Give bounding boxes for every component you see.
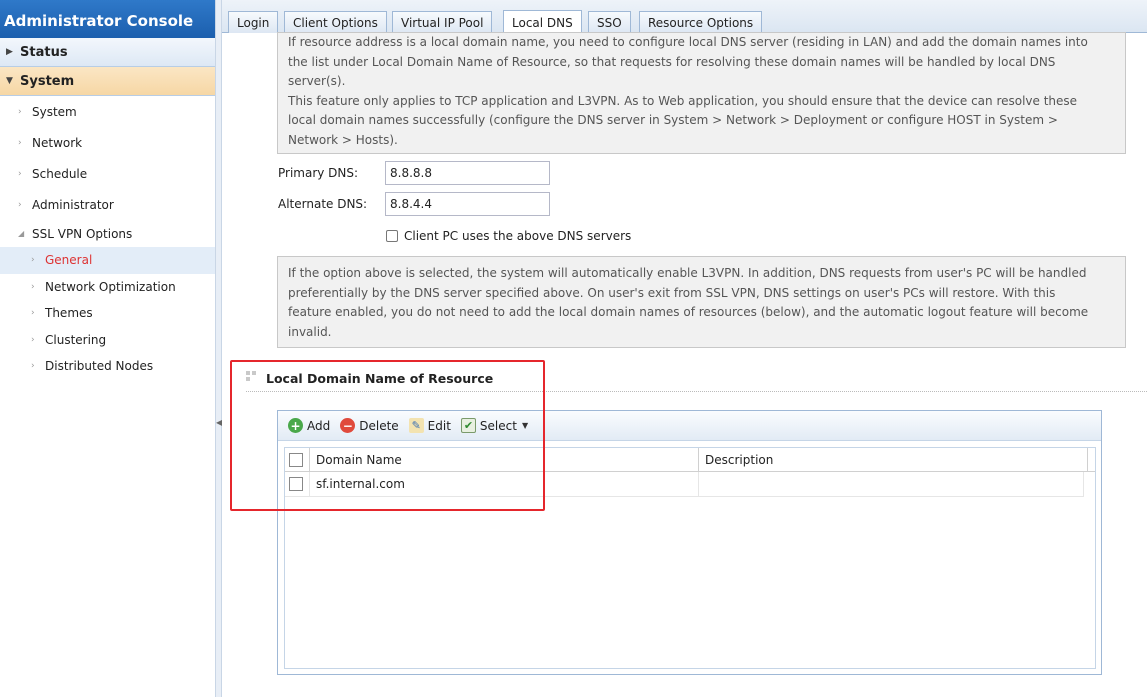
sidebar-subitem-label: Network Optimization: [45, 279, 176, 294]
cell-description: [699, 472, 1084, 496]
tab-sso[interactable]: SSO: [588, 11, 631, 33]
chevron-right-icon: ›: [31, 361, 35, 372]
sidebar-subitem-label: Distributed Nodes: [45, 359, 154, 374]
chevron-right-icon: ›: [18, 137, 22, 148]
sidebar-subitem-label: General: [45, 253, 93, 268]
chevron-down-icon: ▼: [6, 76, 13, 86]
alternate-dns-label: Alternate DNS:: [278, 197, 368, 211]
delete-icon: −: [340, 418, 356, 433]
grid-header: Domain Name Description: [285, 448, 1095, 472]
drag-grip-icon: [246, 371, 258, 383]
chevron-down-icon: ◢: [18, 229, 25, 238]
info-box-dns-override: If the option above is selected, the sys…: [277, 256, 1126, 348]
chevron-right-icon: ›: [31, 255, 35, 266]
select-all-cell: [285, 448, 310, 471]
select-button-label: Select: [479, 418, 517, 433]
edit-button[interactable]: ✎ Edit: [408, 418, 451, 433]
chevron-right-icon: ›: [31, 334, 35, 345]
main-content: If resource address is a local domain na…: [222, 32, 1147, 697]
select-dropdown-button[interactable]: ✔ Select ▼: [460, 418, 529, 433]
info-text-line: preferentially by the DNS server specifi…: [288, 285, 1056, 300]
sidebar-item-schedule[interactable]: › Schedule: [0, 158, 215, 189]
grid-body: Domain Name Description sf.internal.com: [284, 447, 1096, 669]
chevron-right-icon: ›: [18, 199, 22, 210]
column-header-domain-name[interactable]: Domain Name: [310, 448, 699, 471]
tab-login[interactable]: Login: [228, 11, 279, 33]
sidebar: Administrator Console ▶ Status ▼ System …: [0, 0, 216, 697]
info-text-line: If the option above is selected, the sys…: [288, 266, 1087, 280]
column-header-description[interactable]: Description: [699, 448, 1088, 471]
chevron-right-icon: ›: [31, 281, 35, 292]
info-text-line: local domain names successfully (configu…: [288, 113, 1058, 127]
delete-button-label: Delete: [359, 418, 399, 433]
info-box-local-dns: If resource address is a local domain na…: [277, 32, 1126, 154]
sidebar-item-label: System: [32, 104, 77, 119]
tab-client-options[interactable]: Client Options: [284, 11, 387, 33]
sidebar-subitem-network-optimization[interactable]: › Network Optimization: [0, 274, 215, 301]
alternate-dns-input[interactable]: [385, 192, 550, 216]
chevron-right-icon: ›: [18, 168, 22, 179]
info-text-line: feature enabled, you do not need to add …: [288, 305, 1089, 319]
sidebar-item-label: Schedule: [32, 166, 88, 181]
sidebar-item-label: Network: [32, 135, 83, 150]
chevron-right-icon: ▶: [6, 47, 13, 57]
add-button[interactable]: + Add: [288, 418, 330, 433]
info-text-line: Network > Hosts).: [288, 132, 398, 147]
sidebar-subitem-clustering[interactable]: › Clustering: [0, 327, 215, 354]
edit-button-label: Edit: [427, 418, 451, 433]
sidebar-subitem-label: Themes: [45, 306, 93, 321]
sidebar-subitem-themes[interactable]: › Themes: [0, 300, 215, 327]
sidebar-section-system-label: System: [20, 73, 75, 89]
console-title: Administrator Console: [0, 0, 215, 38]
info-text-line: the list under Local Domain Name of Reso…: [288, 54, 1056, 69]
grid-toolbar: + Add − Delete ✎ Edit ✔ Select ▼: [278, 411, 1101, 441]
section-title-local-domain: Local Domain Name of Resource: [266, 371, 494, 386]
add-button-label: Add: [307, 418, 331, 433]
sidebar-item-administrator[interactable]: › Administrator: [0, 189, 215, 220]
chevron-right-icon: ›: [18, 106, 22, 117]
table-row[interactable]: sf.internal.com: [285, 472, 1084, 497]
cell-domain-name: sf.internal.com: [310, 472, 699, 496]
info-text-line: invalid.: [288, 324, 332, 339]
primary-dns-input[interactable]: [385, 161, 550, 185]
select-all-checkbox[interactable]: [289, 452, 303, 467]
tab-resource-options[interactable]: Resource Options: [639, 11, 763, 33]
sidebar-item-label: SSL VPN Options: [32, 226, 133, 241]
sidebar-section-status[interactable]: ▶ Status: [0, 38, 215, 67]
tab-local-dns[interactable]: Local DNS: [503, 10, 582, 34]
row-checkbox[interactable]: [289, 477, 303, 491]
add-icon: +: [288, 418, 303, 433]
sidebar-item-label: Administrator: [32, 197, 114, 212]
sidebar-subitem-general[interactable]: › General: [0, 247, 215, 274]
sidebar-item-ssl-vpn-options[interactable]: ◢ SSL VPN Options: [0, 220, 215, 247]
delete-button[interactable]: − Delete: [340, 418, 399, 433]
tab-virtual-ip-pool[interactable]: Virtual IP Pool: [392, 11, 493, 33]
chevron-right-icon: ›: [31, 308, 35, 319]
domain-name-grid: + Add − Delete ✎ Edit ✔ Select ▼ Domain …: [277, 410, 1102, 675]
sidebar-subitem-distributed-nodes[interactable]: › Distributed Nodes: [0, 353, 215, 380]
sidebar-section-system[interactable]: ▼ System: [0, 67, 215, 96]
dropdown-arrow-icon: ▼: [521, 421, 529, 430]
tab-bar: Login Client Options Virtual IP Pool Loc…: [222, 0, 1147, 34]
section-divider: [246, 391, 1147, 392]
info-text-line: If resource address is a local domain na…: [288, 35, 1088, 49]
edit-icon: ✎: [408, 418, 424, 433]
info-text-line: This feature only applies to TCP applica…: [288, 93, 1078, 108]
row-checkbox-cell: [285, 472, 310, 496]
client-pc-dns-label: Client PC uses the above DNS servers: [404, 229, 632, 243]
info-text-line: server(s).: [288, 74, 346, 88]
client-pc-dns-checkbox[interactable]: [386, 230, 398, 242]
sidebar-section-status-label: Status: [20, 44, 68, 60]
primary-dns-label: Primary DNS:: [278, 166, 359, 180]
sidebar-item-network[interactable]: › Network: [0, 127, 215, 158]
sidebar-subitem-label: Clustering: [45, 332, 107, 347]
select-check-icon: ✔: [460, 418, 476, 433]
sidebar-item-system[interactable]: › System: [0, 96, 215, 127]
